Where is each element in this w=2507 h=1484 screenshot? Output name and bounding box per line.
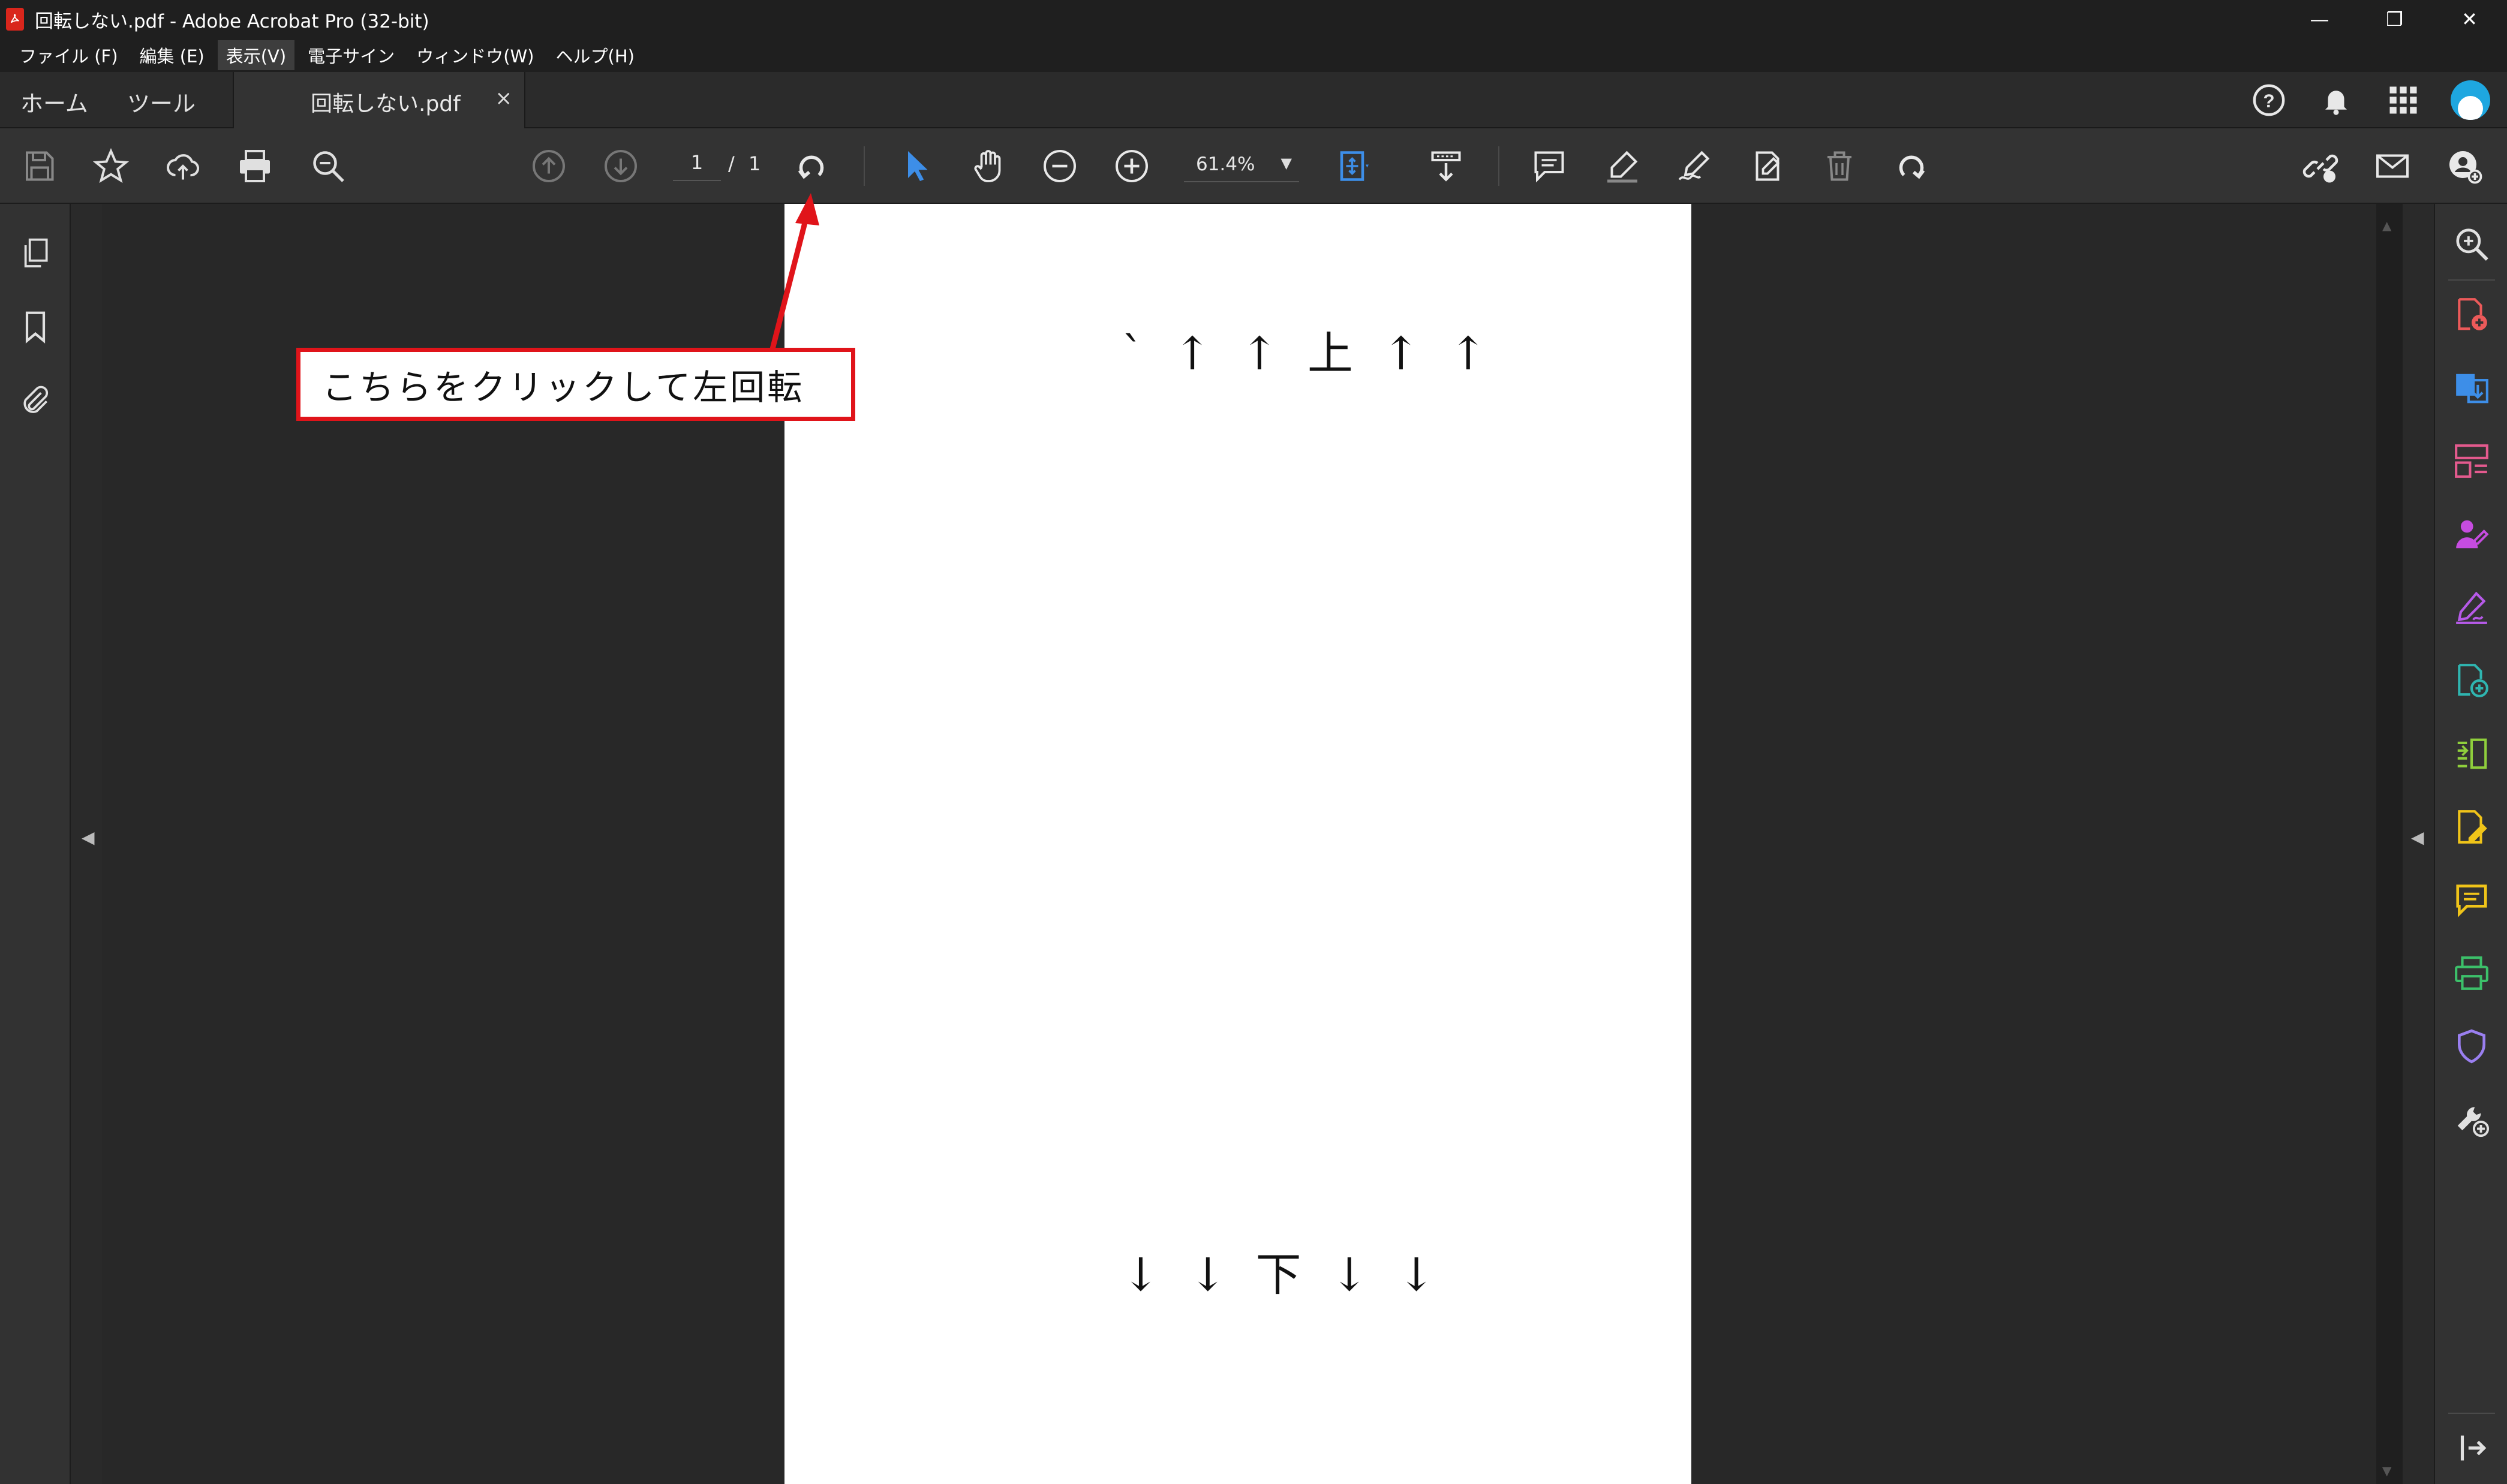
left-panel-toggle[interactable]: ◀	[71, 204, 102, 1484]
bookmark-icon[interactable]	[16, 307, 55, 347]
chevron-down-icon: ▼	[1280, 155, 1292, 171]
hand-icon[interactable]	[968, 145, 1010, 187]
zoom-in-icon[interactable]	[1111, 145, 1153, 187]
page-thumbnails-icon[interactable]	[16, 234, 55, 273]
scroll-up-icon[interactable]: ▲	[2382, 218, 2391, 233]
annotation-callout: こちらをクリックして左回転	[296, 348, 855, 421]
bell-icon[interactable]	[2315, 79, 2357, 121]
restore-button[interactable]: ❐	[2357, 0, 2432, 38]
tab-document-label: 回転しない.pdf	[311, 92, 461, 116]
fill-sign-icon[interactable]	[2451, 586, 2493, 628]
menu-bar: ファイル (F) 編集 (E) 表示(V) 電子サイン ウィンドウ(W) ヘルプ…	[0, 38, 2507, 72]
share-user-icon[interactable]	[2443, 145, 2485, 187]
create-pdf-icon[interactable]	[2451, 294, 2493, 336]
scroll-down-icon[interactable]: ▼	[2382, 1464, 2391, 1478]
menu-view[interactable]: 表示(V)	[217, 40, 295, 70]
upload-cloud-icon[interactable]	[162, 145, 204, 187]
close-icon: ✕	[2461, 8, 2478, 31]
page-total: 1	[749, 152, 761, 175]
highlight-icon[interactable]	[1601, 145, 1643, 187]
more-tools-icon[interactable]	[2451, 1098, 2493, 1140]
comment-icon[interactable]	[1528, 145, 1570, 187]
organize-pages-icon[interactable]	[2451, 440, 2493, 482]
request-signature-icon[interactable]	[2451, 513, 2493, 555]
collapse-right-icon: ◀	[2411, 827, 2424, 847]
annotation-text: こちらをクリックして左回転	[322, 367, 805, 408]
print-icon[interactable]	[234, 145, 276, 187]
combine-files-icon[interactable]	[2451, 660, 2493, 702]
main-toolbar: 1 / 1 61.4% ▼	[0, 128, 2507, 204]
close-window-button[interactable]: ✕	[2432, 0, 2507, 38]
rotate-left-icon[interactable]	[790, 145, 832, 187]
user-avatar[interactable]	[2449, 79, 2491, 121]
search-panel-icon[interactable]	[2451, 223, 2493, 265]
select-cursor-icon[interactable]	[896, 145, 938, 187]
help-icon[interactable]: ?	[2248, 79, 2290, 121]
page-text-bottom: ↓ ↓ 下 ↓ ↓	[1122, 1248, 1443, 1301]
menu-file[interactable]: ファイル (F)	[11, 40, 127, 70]
right-tools-panel	[2434, 204, 2507, 1484]
tab-home[interactable]: ホーム	[20, 85, 88, 118]
scroll-mode-icon[interactable]	[1425, 145, 1467, 187]
page-down-icon[interactable]	[600, 145, 642, 187]
tab-close-icon[interactable]: ×	[495, 86, 513, 110]
collapse-panel-icon[interactable]	[2451, 1427, 2493, 1469]
right-panel-toggle[interactable]: ◀	[2403, 204, 2434, 1484]
attachment-icon[interactable]	[16, 380, 55, 420]
minimize-button[interactable]: —	[2282, 0, 2357, 38]
apps-grid-icon[interactable]	[2382, 79, 2424, 121]
search-zoom-icon[interactable]	[307, 145, 349, 187]
rotate-right-icon[interactable]	[1890, 145, 1932, 187]
edit-page-icon[interactable]	[1747, 145, 1788, 187]
window-title: 回転しない.pdf - Adobe Acrobat Pro (32-bit)	[35, 10, 429, 32]
restore-icon: ❐	[2386, 8, 2403, 31]
compare-files-icon[interactable]	[2451, 733, 2493, 775]
protect-shield-icon[interactable]	[2451, 1025, 2493, 1067]
page-up-icon[interactable]	[528, 145, 570, 187]
svg-text:?: ?	[2263, 91, 2274, 112]
export-pdf-icon[interactable]	[2451, 367, 2493, 409]
bookmark-star-icon[interactable]	[90, 145, 132, 187]
zoom-out-icon[interactable]	[1039, 145, 1081, 187]
delete-icon[interactable]	[1818, 145, 1860, 187]
zoom-value: 61.4%	[1196, 153, 1255, 175]
menu-help[interactable]: ヘルプ(H)	[548, 40, 643, 70]
link-icon[interactable]	[2299, 145, 2341, 187]
comment-panel-icon[interactable]	[2451, 879, 2493, 921]
page-text-top: ` ↑ ↑ 上 ↑ ↑	[1122, 327, 1495, 380]
page-separator: /	[728, 152, 735, 175]
acrobat-app-icon	[6, 8, 24, 31]
menu-window[interactable]: ウィンドウ(W)	[408, 40, 542, 70]
left-navigation-panel	[0, 204, 71, 1484]
tab-document[interactable]: 回転しない.pdf ×	[233, 72, 525, 128]
zoom-level-dropdown[interactable]: 61.4% ▼	[1184, 150, 1299, 182]
fit-page-icon[interactable]	[1333, 145, 1375, 187]
page-number-input[interactable]: 1	[673, 151, 721, 181]
edit-pdf-icon[interactable]	[2451, 806, 2493, 848]
email-icon[interactable]	[2371, 145, 2413, 187]
tab-bar: ホーム ツール 回転しない.pdf × ?	[0, 72, 2507, 128]
tab-tools[interactable]: ツール	[127, 85, 196, 118]
collapse-left-icon: ◀	[82, 827, 95, 847]
save-icon[interactable]	[18, 145, 60, 187]
vertical-scrollbar[interactable]: ▲ ▼	[2376, 204, 2403, 1484]
title-bar: 回転しない.pdf - Adobe Acrobat Pro (32-bit) —…	[0, 0, 2507, 38]
minimize-icon: —	[2310, 8, 2329, 31]
sign-icon[interactable]	[1673, 145, 1715, 187]
menu-edit[interactable]: 編集 (E)	[131, 40, 213, 70]
menu-esign[interactable]: 電子サイン	[299, 40, 403, 70]
print-production-icon[interactable]	[2451, 952, 2493, 994]
